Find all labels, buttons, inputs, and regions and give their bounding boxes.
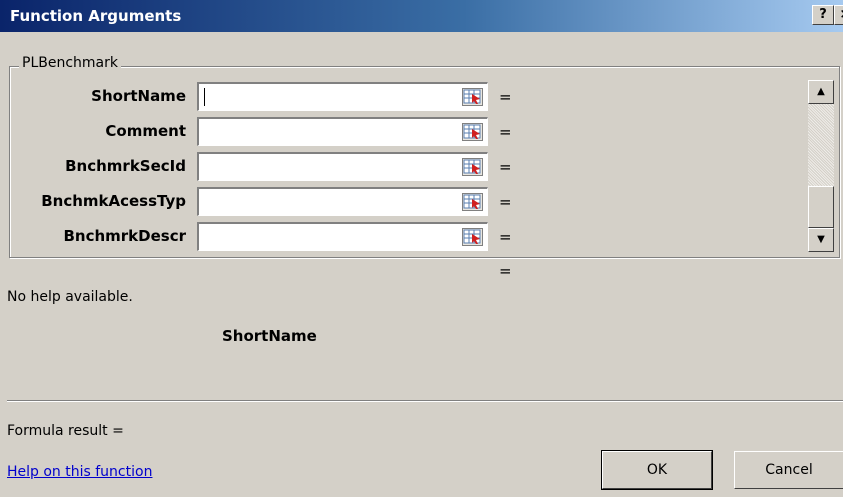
- function-help-text: No help available.: [7, 289, 133, 305]
- arg-input-comment[interactable]: [197, 117, 488, 146]
- arg-equals: =: [499, 158, 512, 176]
- arg-label-comment: Comment: [105, 122, 186, 140]
- arg-input-bnchmrkdescr[interactable]: [197, 222, 488, 251]
- arg-input-bnchmkacesstyp[interactable]: [197, 187, 488, 216]
- function-result-equals: =: [499, 262, 512, 280]
- arg-input-shortname[interactable]: [197, 82, 488, 111]
- arg-input-bnchmrksecid[interactable]: [197, 152, 488, 181]
- cancel-button[interactable]: Cancel: [734, 451, 843, 489]
- arg-equals: =: [499, 123, 512, 141]
- help-button[interactable]: ?: [812, 5, 834, 25]
- arg-label-bnchmkacesstyp: BnchmkAcessTyp: [41, 192, 186, 210]
- arg-equals: =: [499, 88, 512, 106]
- arg-label-bnchmrksecid: BnchmrkSecId: [65, 157, 186, 175]
- arg-equals: =: [499, 193, 512, 211]
- scroll-up-button[interactable]: ▲: [808, 80, 834, 104]
- arguments-scrollbar[interactable]: ▲ ▼: [808, 80, 834, 252]
- arg-label-bnchmrkdescr: BnchmrkDescr: [63, 227, 186, 245]
- scroll-thumb[interactable]: [808, 186, 834, 228]
- range-select-icon[interactable]: [462, 158, 483, 176]
- dialog-title: Function Arguments: [10, 7, 182, 25]
- help-on-function-link[interactable]: Help on this function: [7, 464, 152, 480]
- function-name: PLBenchmark: [19, 55, 121, 71]
- arg-label-shortname: ShortName: [91, 87, 186, 105]
- arg-equals: =: [499, 228, 512, 246]
- range-select-icon[interactable]: [462, 193, 483, 211]
- title-bar[interactable]: Function Arguments ? ×: [0, 0, 843, 32]
- text-caret: [204, 88, 205, 106]
- divider: [7, 400, 843, 402]
- argument-help-name: ShortName: [222, 327, 317, 345]
- close-button[interactable]: ×: [834, 5, 843, 25]
- ok-button[interactable]: OK: [601, 450, 713, 490]
- formula-result: Formula result =: [7, 423, 124, 439]
- scroll-down-button[interactable]: ▼: [808, 228, 834, 252]
- range-select-icon[interactable]: [462, 88, 483, 106]
- range-select-icon[interactable]: [462, 123, 483, 141]
- range-select-icon[interactable]: [462, 228, 483, 246]
